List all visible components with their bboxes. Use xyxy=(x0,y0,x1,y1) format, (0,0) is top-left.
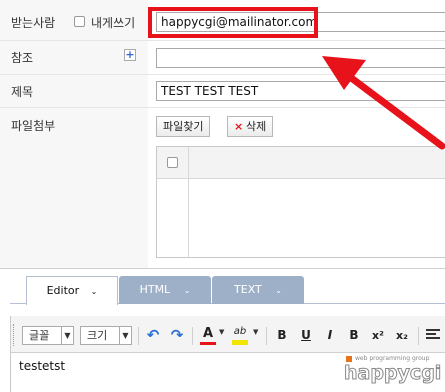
toolbar-separator xyxy=(266,327,267,345)
to-self-checkbox[interactable] xyxy=(74,16,85,27)
font-color-button[interactable]: A ▼ xyxy=(198,326,228,346)
italic-button[interactable]: I xyxy=(321,326,339,345)
highlight-color-icon: ab xyxy=(233,326,247,337)
delete-file-button[interactable]: × 삭제 xyxy=(227,116,274,137)
font-color-icon: A xyxy=(202,326,214,341)
file-list[interactable] xyxy=(156,146,445,258)
tab-editor-label: Editor xyxy=(46,284,80,297)
undo-icon[interactable]: ↶ xyxy=(144,326,162,345)
strikethrough-button[interactable]: B xyxy=(345,326,363,345)
underline-button[interactable]: U xyxy=(297,326,315,345)
tab-html-label: HTML xyxy=(139,283,171,296)
delete-file-label: 삭제 xyxy=(246,120,267,133)
font-color-bar xyxy=(200,342,216,345)
chevron-down-icon: ⌄ xyxy=(275,286,282,295)
subscript-button[interactable]: x₂ xyxy=(393,326,411,345)
tab-html[interactable]: HTML ⌄ xyxy=(119,276,211,304)
highlight-color-button[interactable]: ab ▼ xyxy=(230,326,262,346)
attach-label: 파일첨부 xyxy=(11,119,56,133)
cc-label: 참조 xyxy=(11,51,34,65)
chevron-down-icon: ⌄ xyxy=(90,287,98,296)
toolbar-separator xyxy=(192,327,193,345)
to-self-label[interactable]: 내게쓰기 xyxy=(91,14,135,31)
toolbar-separator xyxy=(418,327,419,345)
chevron-down-icon: ▼ xyxy=(253,328,259,336)
chevron-down-icon: ▼ xyxy=(219,328,225,336)
font-size-select[interactable]: 크기 ▼ xyxy=(80,326,132,345)
redo-icon[interactable]: ↷ xyxy=(168,326,186,345)
subject-label: 제목 xyxy=(11,85,34,99)
row-divider xyxy=(0,40,445,41)
tab-editor[interactable]: Editor ⌄ xyxy=(26,276,118,305)
file-list-header xyxy=(157,147,445,179)
align-left-icon[interactable] xyxy=(426,329,440,341)
toolbar-grip xyxy=(13,324,16,346)
watermark-subtitle: web programming group xyxy=(355,355,430,362)
tab-text-label: TEXT xyxy=(234,283,262,296)
pointer-arrow-icon xyxy=(322,56,445,150)
find-file-button[interactable]: 파일찾기 xyxy=(156,116,211,137)
happycgi-watermark: web programming group happycgi xyxy=(342,355,442,389)
highlight-box xyxy=(148,7,318,38)
font-size-label: 크기 xyxy=(87,329,108,342)
editor-text: testetst xyxy=(19,359,66,373)
chevron-down-icon: ⌄ xyxy=(183,286,191,295)
font-family-select[interactable]: 글꼴 ▼ xyxy=(22,326,74,345)
watermark-brand: happycgi xyxy=(343,362,442,385)
to-label: 받는사람 xyxy=(11,16,56,30)
file-list-column-divider xyxy=(188,147,189,257)
file-select-all-checkbox[interactable] xyxy=(167,157,178,168)
chevron-down-icon: ▼ xyxy=(119,327,131,344)
toolbar-separator xyxy=(138,327,139,345)
add-cc-icon[interactable]: + xyxy=(124,49,136,61)
chevron-down-icon: ▼ xyxy=(61,327,73,344)
form-bottom-divider xyxy=(0,268,445,269)
delete-x-icon: × xyxy=(234,120,244,133)
font-family-label: 글꼴 xyxy=(29,329,50,342)
bold-button[interactable]: B xyxy=(273,326,291,345)
superscript-button[interactable]: x² xyxy=(369,326,387,345)
tab-text[interactable]: TEXT ⌄ xyxy=(212,276,304,304)
highlight-color-bar xyxy=(232,340,248,345)
